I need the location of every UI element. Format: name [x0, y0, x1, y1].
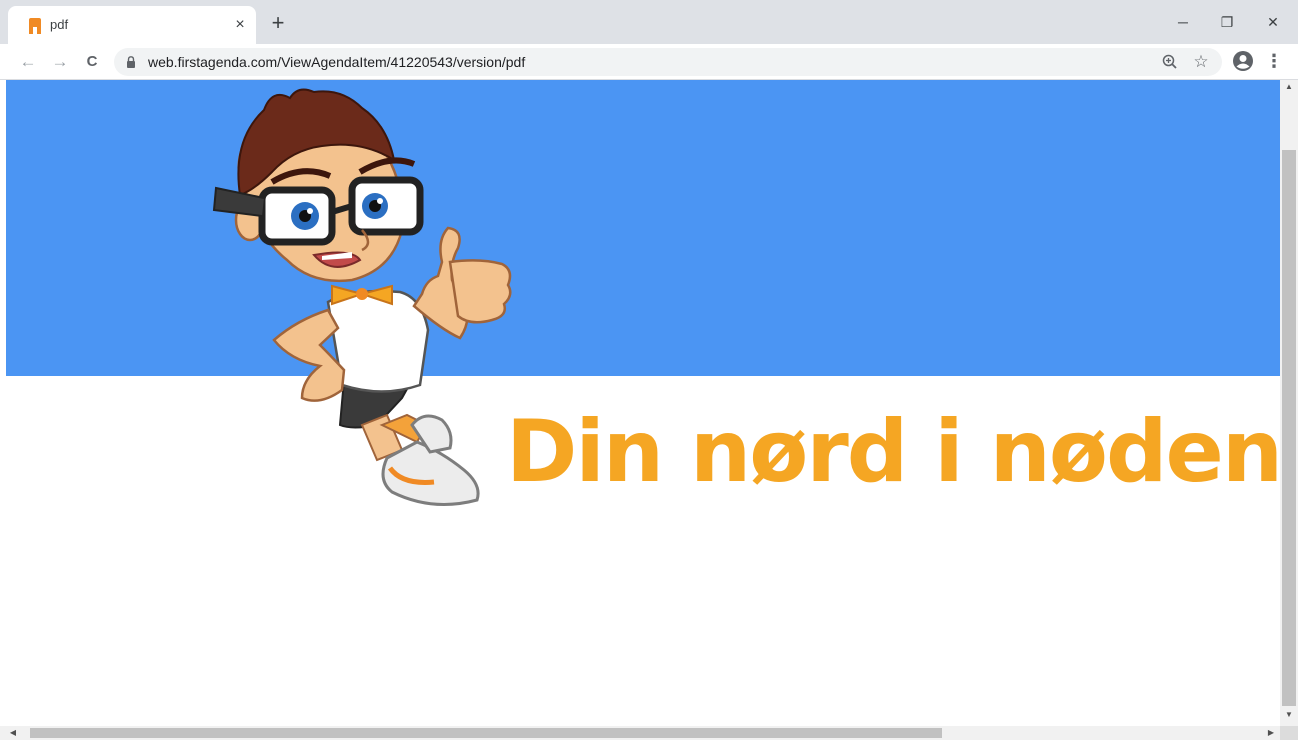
profile-icon[interactable] [1232, 50, 1254, 72]
minimize-button[interactable]: ─ [1168, 10, 1198, 34]
firstagenda-icon [29, 18, 41, 34]
scroll-left-arrow-icon[interactable]: ◀ [6, 727, 20, 739]
address-bar[interactable]: web.firstagenda.com/ViewAgendaItem/41220… [114, 48, 1222, 76]
browser-toolbar: ← → C web.firstagenda.com/ViewAgendaItem… [0, 44, 1298, 80]
reload-button[interactable]: C [80, 50, 104, 74]
horizontal-scroll-thumb[interactable] [30, 728, 942, 738]
scroll-right-arrow-icon[interactable]: ▶ [1264, 727, 1278, 739]
slogan-text: Din nørd i nøden. [506, 402, 1280, 502]
vertical-scrollbar[interactable]: ▲ ▼ [1280, 80, 1298, 726]
scroll-down-arrow-icon[interactable]: ▼ [1280, 710, 1298, 722]
url-text[interactable]: web.firstagenda.com/ViewAgendaItem/41220… [148, 54, 525, 70]
tab-strip: pdf × + ─ ❐ ✕ [0, 0, 1298, 44]
page-viewport: Din nørd i nøden. [6, 80, 1280, 726]
back-button[interactable]: ← [16, 50, 40, 74]
tab-pdf[interactable]: pdf × [8, 6, 256, 44]
restore-button[interactable]: ❐ [1212, 10, 1242, 34]
blue-banner [6, 80, 1280, 376]
zoom-icon[interactable] [1160, 52, 1180, 72]
star-icon[interactable]: ☆ [1190, 51, 1212, 73]
tab-close-icon[interactable]: × [230, 15, 250, 35]
scroll-up-arrow-icon[interactable]: ▲ [1280, 82, 1298, 94]
menu-icon[interactable]: ⋮ [1264, 50, 1284, 74]
forward-button[interactable]: → [48, 50, 72, 74]
close-window-button[interactable]: ✕ [1258, 10, 1288, 34]
browser-window: pdf × + ─ ❐ ✕ ← → C web.firstagenda.com/… [0, 0, 1298, 740]
nerd-mascot-illustration [212, 88, 512, 506]
new-tab-button[interactable]: + [266, 12, 290, 36]
tab-title: pdf [50, 17, 69, 32]
scrollbar-corner [1280, 726, 1298, 740]
vertical-scroll-thumb[interactable] [1282, 150, 1296, 706]
lock-icon [127, 56, 135, 68]
horizontal-scrollbar[interactable]: ◀ ▶ [0, 726, 1280, 740]
